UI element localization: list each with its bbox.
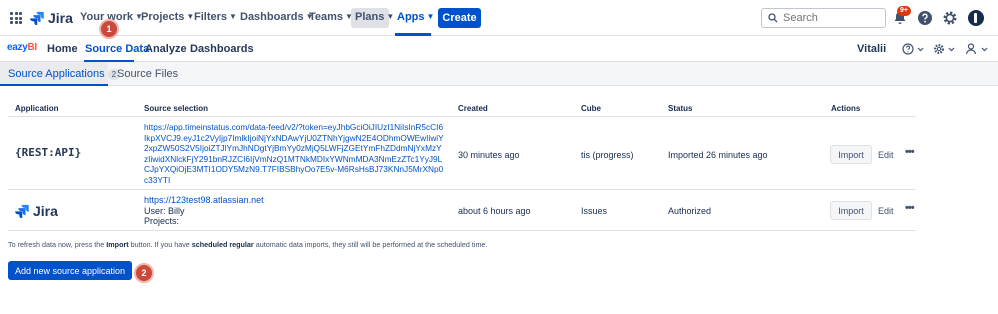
cube-name: tis (progress) xyxy=(581,150,634,160)
created-time: 30 minutes ago xyxy=(458,150,520,160)
search-box[interactable] xyxy=(761,8,886,28)
source-subtabs: Source Applications 2 Source Files xyxy=(0,62,998,86)
column-header-created: Created xyxy=(458,104,488,113)
nav-dashboards[interactable]: Dashboards ▼ xyxy=(240,11,314,23)
chevron-down-icon: ▼ xyxy=(386,12,395,21)
jira-product-name: Jira xyxy=(48,10,73,26)
import-button[interactable]: Import xyxy=(830,145,872,164)
settings-icon[interactable] xyxy=(942,10,958,26)
notifications-badge: 9+ xyxy=(897,6,911,16)
more-actions-icon[interactable]: ••• xyxy=(905,202,915,214)
account-name[interactable]: Vitalii xyxy=(857,43,886,55)
search-input[interactable] xyxy=(783,12,873,24)
tab-dashboards[interactable]: Dashboards xyxy=(190,43,254,55)
tab-source-files[interactable]: Source Files xyxy=(117,68,178,80)
column-header-actions: Actions xyxy=(831,104,861,113)
jira-top-bar: Jira Your work ▼ Projects ▼ Filters ▼ Dashb… xyxy=(0,0,998,36)
step-marker-2: 2 xyxy=(134,263,154,283)
tab-source-applications[interactable]: Source Applications 2 xyxy=(8,68,121,80)
chevron-down-icon: ▼ xyxy=(229,12,237,21)
avatar[interactable] xyxy=(968,10,984,26)
tab-analyze[interactable]: Analyze xyxy=(145,43,187,55)
eazybi-logo[interactable]: eazyBI xyxy=(7,42,37,53)
column-header-source-selection: Source selection xyxy=(144,104,209,113)
column-header-status: Status xyxy=(668,104,693,113)
jira-icon xyxy=(30,11,44,25)
jira-icon xyxy=(15,204,29,218)
more-actions-icon[interactable]: ••• xyxy=(905,146,915,158)
create-button[interactable]: Create xyxy=(438,8,481,28)
rest-api-logo: {REST:API} xyxy=(15,146,82,159)
cube-name: Issues xyxy=(581,206,608,216)
import-status: Imported 26 minutes ago xyxy=(668,150,768,160)
source-user: User: Billy xyxy=(144,206,185,216)
edit-button[interactable]: Edit xyxy=(878,206,894,216)
app-switcher-icon[interactable] xyxy=(10,12,22,24)
help-icon[interactable] xyxy=(917,10,933,26)
user-menu-icon[interactable] xyxy=(965,43,991,55)
row-divider xyxy=(8,189,916,190)
chevron-down-icon: ▼ xyxy=(426,12,435,21)
settings-menu-icon[interactable] xyxy=(933,43,957,55)
nav-filters[interactable]: Filters ▼ xyxy=(194,11,237,23)
nav-projects[interactable]: Projects ▼ xyxy=(141,11,194,23)
search-icon xyxy=(768,13,778,23)
step-marker-1: 1 xyxy=(99,19,119,39)
chevron-down-icon: ▼ xyxy=(345,12,353,21)
source-projects: Projects: xyxy=(144,216,180,226)
nav-plans[interactable]: Plans ▼ xyxy=(355,11,394,23)
import-note: To refresh data now, press the Import bu… xyxy=(8,240,488,249)
table-header-divider xyxy=(8,116,916,117)
nav-teams[interactable]: Teams ▼ xyxy=(309,11,353,23)
source-url-link[interactable]: https://app.timeinstatus.com/data-feed/v… xyxy=(144,122,444,186)
nav-apps[interactable]: Apps ▼ xyxy=(397,11,434,23)
help-menu-icon[interactable] xyxy=(902,43,926,55)
add-source-application-button[interactable]: Add new source application xyxy=(8,261,132,280)
jira-application-name: Jira xyxy=(33,203,58,219)
column-header-application: Application xyxy=(15,104,59,113)
import-button[interactable]: Import xyxy=(830,201,872,220)
row-divider xyxy=(8,230,916,231)
source-url-link[interactable]: https://123test98.atlassian.net xyxy=(144,195,264,206)
jira-home-logo[interactable]: Jira xyxy=(30,10,73,26)
eazybi-header: eazyBI Home Source Data Analyze Dashboar… xyxy=(0,36,998,62)
active-subtab-indicator xyxy=(0,84,108,86)
created-time: about 6 hours ago xyxy=(458,206,531,216)
tab-source-data[interactable]: Source Data xyxy=(85,43,149,55)
import-status: Authorized xyxy=(668,206,712,216)
column-header-cube: Cube xyxy=(581,104,601,113)
edit-button[interactable]: Edit xyxy=(878,150,894,160)
jira-application-logo: Jira xyxy=(15,203,58,219)
tab-home[interactable]: Home xyxy=(47,43,78,55)
